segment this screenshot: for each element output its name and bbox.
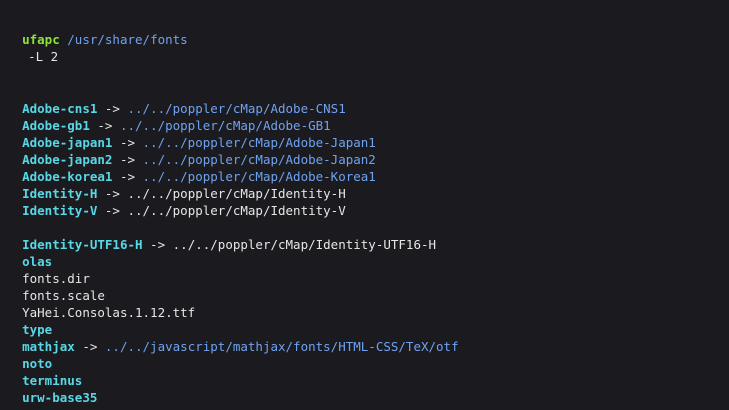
prompt-line: ufapc /usr/share/fonts bbox=[0, 14, 188, 47]
entry-target: ../../poppler/cMap/Identity-V bbox=[127, 203, 346, 218]
list-item: urw-base35 bbox=[0, 372, 97, 405]
entry-target: ../../javascript/mathjax/fonts/HTML-CSS/… bbox=[104, 339, 459, 354]
command-line: -L 2 bbox=[0, 31, 58, 64]
terminal-window[interactable]: ufapc /usr/share/fonts -L 2 Adobe-cns1 -… bbox=[0, 0, 729, 410]
list-item: noto bbox=[0, 338, 52, 371]
list-item: YaHei.Consolas.1.12.ttf bbox=[0, 287, 195, 320]
entry-arrow: -> bbox=[97, 203, 128, 218]
list-item: olas bbox=[0, 236, 52, 269]
entry-arrow: -> bbox=[142, 237, 173, 252]
entry-name: urw-base35 bbox=[22, 390, 98, 405]
entry-name: Identity-V bbox=[22, 203, 98, 218]
prompt-cwd: /usr/share/fonts bbox=[67, 32, 188, 47]
list-item: fonts.scale bbox=[0, 270, 105, 303]
list-item: type bbox=[0, 304, 52, 337]
command-tail: -L 2 bbox=[28, 49, 59, 64]
list-item: Identity-UTF16-H -> ../../poppler/cMap/I… bbox=[0, 219, 436, 252]
list-item: Identity-H -> ../../poppler/cMap/Identit… bbox=[0, 168, 346, 201]
list-item: Adobe-korea1 -> ../../poppler/cMap/Adobe… bbox=[0, 151, 376, 184]
list-item: Adobe-japan1 -> ../../poppler/cMap/Adobe… bbox=[0, 117, 376, 150]
entry-arrow: -> bbox=[74, 339, 105, 354]
list-item: terminus bbox=[0, 355, 82, 388]
list-item: fonts.dir bbox=[0, 253, 90, 286]
list-item: Adobe-cns1 -> ../../poppler/cMap/Adobe-C… bbox=[0, 83, 346, 116]
list-item: Adobe-gb1 -> ../../poppler/cMap/Adobe-GB… bbox=[0, 100, 331, 133]
list-item: mathjax -> ../../javascript/mathjax/font… bbox=[0, 321, 459, 354]
list-item: Adobe-japan2 -> ../../poppler/cMap/Adobe… bbox=[0, 134, 376, 167]
entry-target: ../../poppler/cMap/Identity-UTF16-H bbox=[172, 237, 437, 252]
list-item: Identity-V -> ../../poppler/cMap/Identit… bbox=[0, 185, 346, 218]
